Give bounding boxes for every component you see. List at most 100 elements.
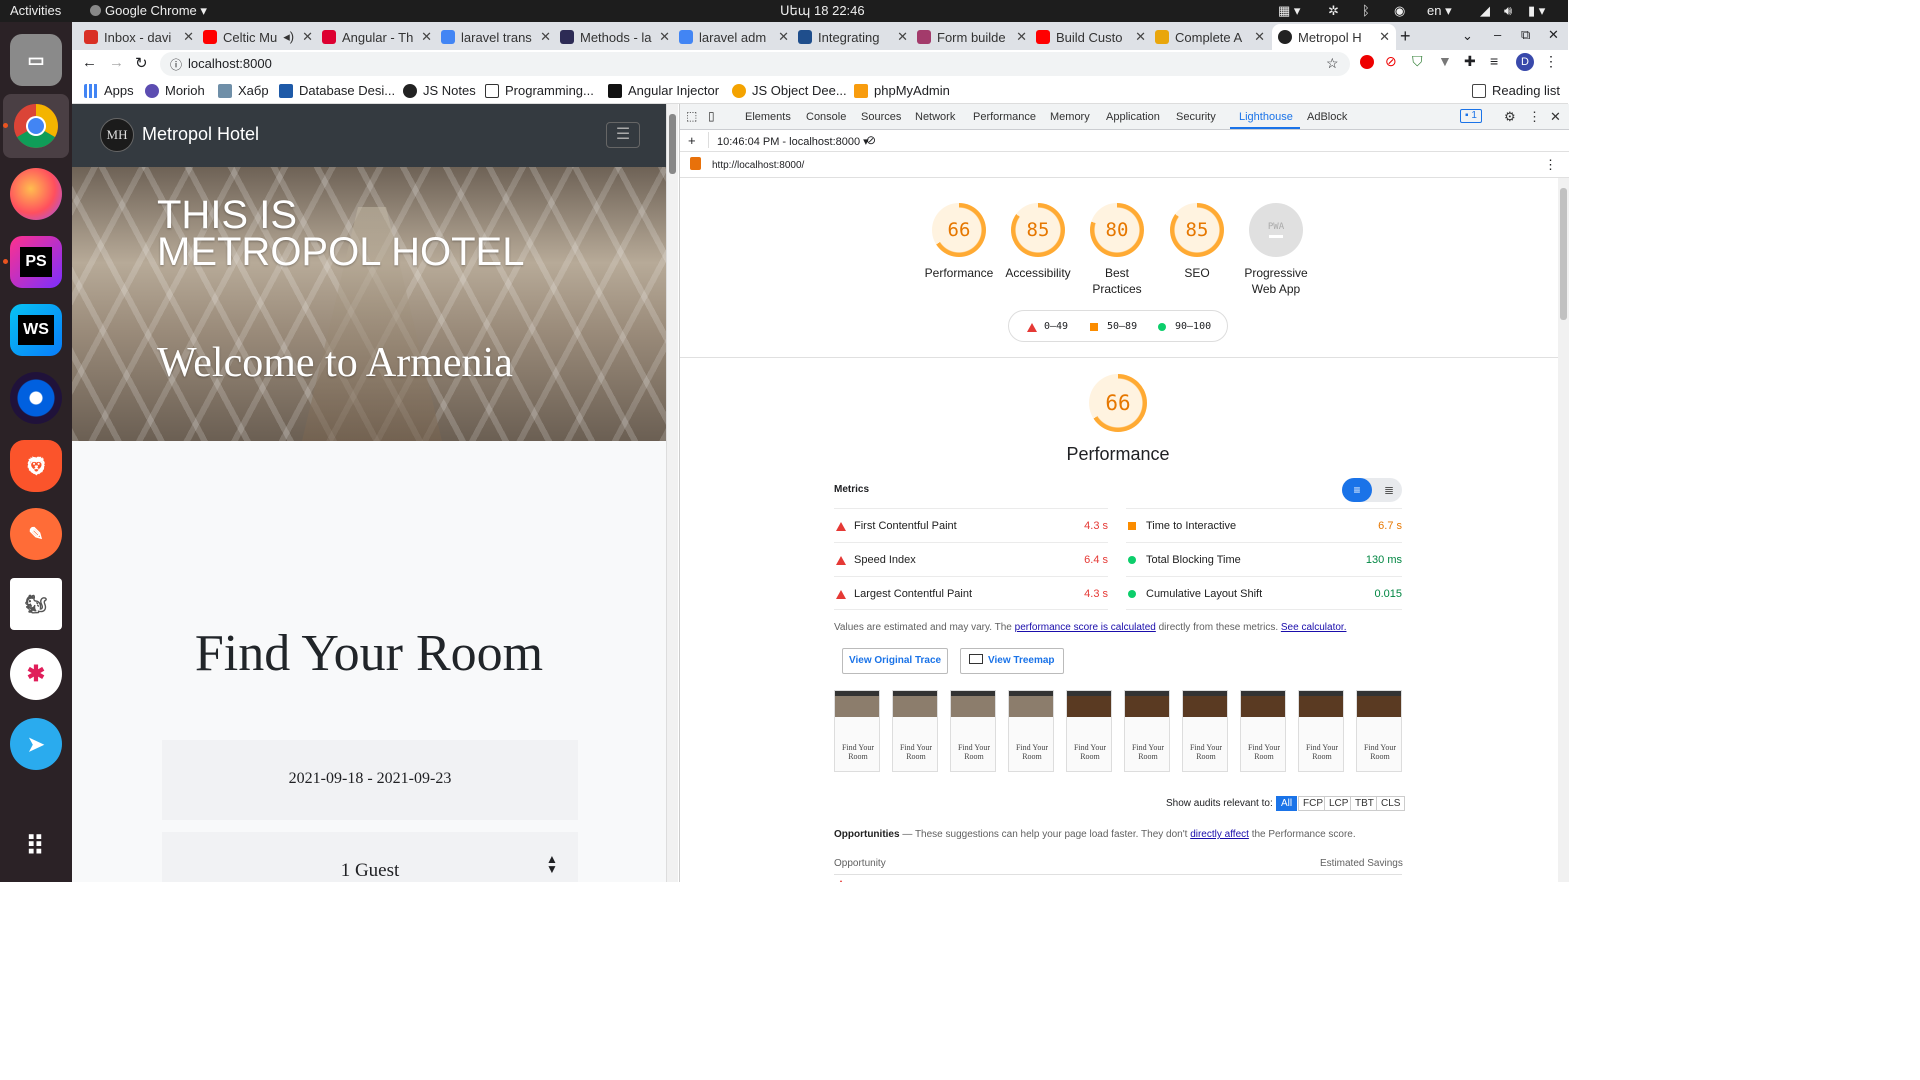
telegram-icon[interactable]: ➤ [10,718,62,770]
shield-extension-icon[interactable]: ⛉ [1412,53,1423,70]
issues-badge[interactable]: ▪ 1 [1460,109,1482,123]
opera-extension-icon[interactable] [1360,55,1374,69]
bookmark-morioh[interactable]: Morioh [145,83,205,98]
guest-stepper-icon[interactable]: ▲ ▼ [546,853,558,875]
close-tab-icon[interactable]: ✕ [1379,29,1390,45]
extensions-puzzle-icon[interactable]: ✚ [1464,53,1476,70]
close-tab-icon[interactable]: ✕ [1254,29,1265,45]
close-tab-icon[interactable]: ✕ [1135,29,1146,45]
grid-indicator-icon[interactable]: ▦ ▾ [1278,3,1300,19]
site-logo[interactable]: MH [100,118,134,152]
close-tab-icon[interactable]: ✕ [1016,29,1027,45]
site-brand[interactable]: Metropol Hotel [142,124,259,145]
metric-lcp[interactable]: Largest Contentful Paint 4.3 s [834,576,1108,610]
tab-laravel-admin[interactable]: laravel adm ✕ [679,24,795,50]
chrome-icon[interactable] [10,100,62,152]
filter-cls[interactable]: CLS [1376,796,1406,811]
devtools-tab-adblock[interactable]: AdBlock [1307,111,1347,123]
devtools-menu-icon[interactable]: ⋮ [1528,109,1541,125]
metric-tti[interactable]: Time to Interactive 6.7 s [1126,508,1402,542]
metric-cls[interactable]: Cumulative Layout Shift 0.015 [1126,576,1402,610]
files-icon[interactable]: ▭ [10,34,62,86]
tab-methods[interactable]: Methods - la ✕ [560,24,676,50]
firefox-developer-icon[interactable] [10,372,62,424]
tab-laravel-trans[interactable]: laravel trans ✕ [441,24,557,50]
metric-speed-index[interactable]: Speed Index 6.4 s [834,542,1108,576]
devtools-tab-application[interactable]: Application [1106,111,1160,123]
report-selector[interactable]: 10:46:04 PM - localhost:8000 ▾ [717,135,869,148]
expanded-view-icon[interactable]: ≣ [1376,478,1402,502]
inspect-element-icon[interactable]: ⬚ [686,109,697,123]
devtools-tab-elements[interactable]: Elements [745,111,791,123]
devtools-close-icon[interactable]: ✕ [1550,109,1561,125]
bookmark-programming[interactable]: Programming... [485,83,594,98]
tab-metropol-hotel[interactable]: Metropol H ✕ [1272,24,1396,50]
report-menu-icon[interactable]: ⋮ [1544,157,1557,173]
bookmark-js-notes[interactable]: JS Notes [403,83,476,98]
tab-build-custom[interactable]: Build Custo ✕ [1036,24,1152,50]
volume-icon[interactable]: 🔊︎ [1504,3,1512,19]
device-toolbar-icon[interactable]: ▯ [708,109,715,123]
webstorm-icon[interactable]: WS [10,304,62,356]
blocker-extension-icon[interactable]: ⊘ [1385,53,1397,70]
report-scrollbar-thumb[interactable] [1560,188,1567,320]
view-treemap-button[interactable]: View Treemap [960,648,1064,674]
clear-reports-icon[interactable]: ⊘ [866,133,876,147]
close-tab-icon[interactable]: ✕ [540,29,551,45]
page-scrollbar-thumb[interactable] [669,114,676,174]
back-button[interactable]: ← [82,54,97,71]
gauge-seo[interactable]: 85 [1170,203,1224,257]
restore-button[interactable]: ⧉ [1521,27,1530,43]
tab-form-builder[interactable]: Form builde ✕ [917,24,1033,50]
directly-affect-link[interactable]: directly affect [1190,829,1249,840]
dbeaver-icon[interactable]: 🐿︎ [10,578,62,630]
vue-extension-icon[interactable]: ▼ [1438,53,1452,69]
forward-button[interactable]: → [109,54,124,71]
app-grid-icon[interactable]: ⠿ [10,820,62,872]
filter-all[interactable]: All [1276,796,1298,811]
new-tab-button[interactable]: + [1400,26,1411,47]
activities-button[interactable]: Activities [10,3,61,18]
bookmark-database-design[interactable]: Database Desi... [279,83,395,98]
minimize-button[interactable]: – [1494,27,1501,42]
see-calculator-link[interactable]: See calculator. [1281,622,1347,633]
reload-button[interactable]: ↻ [135,54,148,72]
tab-integrating[interactable]: Integrating ✕ [798,24,914,50]
tab-inbox[interactable]: Inbox - davi ✕ [84,24,200,50]
bookmark-habr[interactable]: Хабр [218,83,269,98]
compact-view-icon[interactable]: ≡ [1342,478,1372,502]
score-calculated-link[interactable]: performance score is calculated [1015,622,1156,633]
settings-indicator-icon[interactable]: ✲ [1328,3,1339,19]
devtools-tab-memory[interactable]: Memory [1050,111,1090,123]
new-report-icon[interactable]: + [688,133,696,148]
gauge-best-practices[interactable]: 80 [1090,203,1144,257]
postman-icon[interactable]: ✎ [10,508,62,560]
firefox-icon[interactable] [10,168,62,220]
slack-icon[interactable]: ✱ [10,648,62,700]
devtools-tab-console[interactable]: Console [806,111,846,123]
devtools-tab-network[interactable]: Network [915,111,955,123]
audio-playing-icon[interactable]: ◂) [283,29,294,45]
close-tab-icon[interactable]: ✕ [659,29,670,45]
close-window-button[interactable]: ✕ [1548,27,1559,43]
language-indicator[interactable]: en ▾ [1427,3,1452,19]
phpstorm-icon[interactable]: PS [10,236,62,288]
devtools-tab-security[interactable]: Security [1176,111,1216,123]
profile-avatar[interactable]: D [1516,53,1534,71]
reading-list-button[interactable]: Reading list [1472,83,1560,98]
tab-search-icon[interactable]: ⌄ [1462,28,1473,44]
devtools-tab-performance[interactable]: Performance [973,111,1036,123]
hamburger-menu-icon[interactable]: ☰ [606,122,640,148]
view-original-trace-button[interactable]: View Original Trace [842,648,949,674]
devtools-tab-lighthouse[interactable]: Lighthouse [1239,111,1293,123]
close-tab-icon[interactable]: ✕ [778,29,789,45]
close-tab-icon[interactable]: ✕ [302,29,313,45]
bookmark-js-object[interactable]: JS Object Dee... [732,83,847,98]
clock[interactable]: Սեպ 18 22:46 [780,3,865,19]
tab-complete[interactable]: Complete A ✕ [1155,24,1271,50]
page-scrollbar[interactable] [666,104,678,882]
report-scrollbar[interactable] [1558,178,1569,882]
bookmark-star-icon[interactable]: ☆ [1326,55,1339,72]
gauge-performance[interactable]: 66 [932,203,986,257]
filter-tbt[interactable]: TBT [1350,796,1379,811]
